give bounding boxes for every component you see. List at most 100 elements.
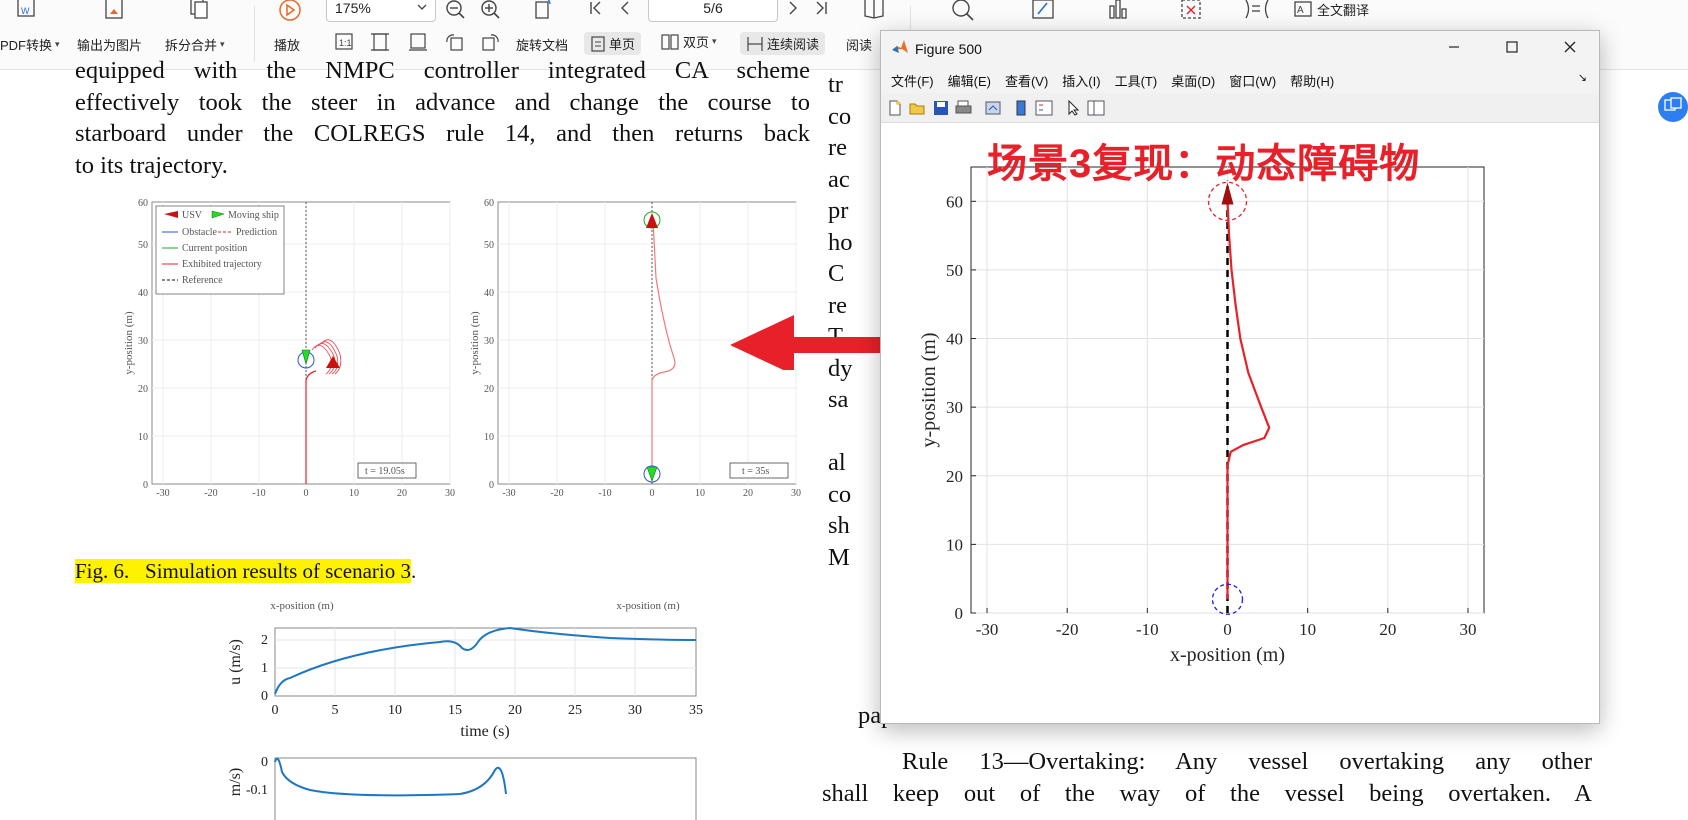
fit-width-icon[interactable] [408,32,430,57]
menu-insert[interactable]: 插入(I) [1062,71,1100,90]
menu-view[interactable]: 查看(V) [1005,71,1048,90]
new-figure-icon[interactable] [887,100,903,121]
legend-entry: Reference [182,275,223,286]
next-page-icon[interactable] [786,0,800,23]
maximize-icon [1505,40,1519,59]
menu-edit[interactable]: 编辑(E) [948,71,991,90]
svg-text:-10: -10 [252,488,265,499]
open-file-icon[interactable] [909,100,927,121]
svg-text:-10: -10 [598,488,611,499]
export-image-label: 输出为图片 [77,38,143,53]
split-merge-icon[interactable] [186,0,212,27]
legend-entry: Current position [182,243,247,254]
y-axis-label: u (m/s) [227,639,244,685]
rotate-right-icon[interactable] [480,32,502,57]
colorbar-icon[interactable] [1015,100,1027,121]
export-image-icon[interactable] [102,0,128,27]
read-mode-button[interactable]: 阅读 [846,35,872,54]
x-tick-label: 0 [1223,620,1232,639]
chevron-down-icon [416,0,428,16]
y-tick: 0 [261,755,268,770]
pdf-to-word-icon[interactable]: W [14,0,40,25]
zoom-select[interactable]: 175% [326,0,436,22]
crop-icon[interactable] [1178,0,1204,27]
rotate-icon[interactable] [530,0,556,27]
svg-text:0: 0 [489,480,494,491]
pdf-convert-menu[interactable]: PDF转换 ▾ [0,35,60,54]
minimize-button[interactable] [1425,31,1483,67]
svg-text:30: 30 [138,336,148,347]
y-tick-label: 30 [946,398,963,417]
legend-icon[interactable] [1035,100,1053,121]
x-tick: 25 [568,703,582,718]
svg-text:60: 60 [484,198,494,209]
time-label: t = 35s [742,466,769,477]
translate-full-button[interactable]: A 全文翻译 [1294,0,1369,19]
text-line: to its trajectory. [75,151,228,179]
menu-desktop[interactable]: 桌面(D) [1171,71,1215,90]
legend-entry: Exhibited trajectory [182,259,262,270]
menu-file[interactable]: 文件(F) [891,71,934,90]
rotate-document-button[interactable]: 旋转文档 [516,35,568,54]
maximize-button[interactable] [1483,31,1541,67]
link-plot-icon[interactable] [985,100,1003,121]
y-tick: 2 [261,633,268,648]
menu-tools[interactable]: 工具(T) [1115,71,1158,90]
x-tick-label: -10 [1136,620,1159,639]
print-icon[interactable] [955,100,973,121]
select-pointer-icon[interactable] [1067,99,1081,121]
svg-text:-30: -30 [502,488,515,499]
x-tick: 0 [272,703,279,718]
speed-plot: 2 1 0 0 5 10 15 20 25 30 35 time (s) u (… [227,626,703,820]
x-tick: 35 [689,703,703,718]
page-number-input[interactable]: 5/6 [648,0,778,22]
actual-size-icon[interactable]: 1:1 [334,32,356,57]
menu-help[interactable]: 帮助(H) [1290,71,1334,90]
zoom-in-icon[interactable] [480,0,502,25]
play-button[interactable]: 播放 [274,35,300,54]
book-view-icon[interactable] [862,0,886,27]
single-page-button[interactable]: 单页 [584,32,642,55]
svg-text:40: 40 [484,288,494,299]
svg-text:50: 50 [138,240,148,251]
compare-icon[interactable] [1242,0,1272,27]
annotate-icon[interactable] [1030,0,1056,27]
double-page-button[interactable]: 双页 ▾ [660,32,717,51]
play-icon[interactable] [278,0,302,29]
figure-toolbar [881,93,1599,123]
first-page-icon[interactable] [588,0,604,23]
zoom-out-icon[interactable] [445,0,467,25]
y-tick-label: 0 [955,604,964,623]
property-editor-icon[interactable] [1087,100,1105,121]
y-axis-label: y-position (m) [918,333,940,448]
figure-caption: Fig. 6. Simulation results of scenario 3… [75,559,416,584]
legend-entry: USV [182,210,203,221]
continuous-reading-button[interactable]: 连续阅读 [740,32,826,55]
save-icon[interactable] [933,100,949,121]
svg-text:50: 50 [484,240,494,251]
prev-page-icon[interactable] [618,0,632,23]
svg-text:0: 0 [143,480,148,491]
svg-text:W: W [21,6,30,16]
fit-page-icon[interactable] [370,32,392,57]
figure-title-bar[interactable]: Figure 500 [881,31,1599,67]
text-line: shall keep out of the way of the vessel … [822,779,1592,807]
svg-text:10: 10 [695,488,705,499]
svg-text:1:1: 1:1 [339,38,352,48]
dock-arrow-icon[interactable]: ↘ [1578,71,1587,84]
y-tick-label: 10 [946,535,963,554]
menu-window[interactable]: 窗口(W) [1229,71,1276,90]
export-image-button[interactable]: 输出为图片 [77,35,142,54]
figure-window: Figure 500 文件(F) 编辑(E) 查看(V) 插入(I) 工具(T)… [880,30,1600,724]
chart-tool-icon[interactable] [1105,0,1131,27]
split-merge-menu[interactable]: 拆分合并 ▾ [165,35,225,54]
close-button[interactable] [1541,31,1599,67]
zoom-value: 175% [335,0,371,16]
side-tool-badge[interactable] [1658,92,1688,122]
search-icon[interactable] [950,0,976,27]
last-page-icon[interactable] [814,0,830,23]
chevron-down-icon: ▾ [55,39,60,49]
x-tick: 5 [332,703,339,718]
y-tick-label: 40 [946,330,963,349]
rotate-left-icon[interactable] [444,32,466,57]
